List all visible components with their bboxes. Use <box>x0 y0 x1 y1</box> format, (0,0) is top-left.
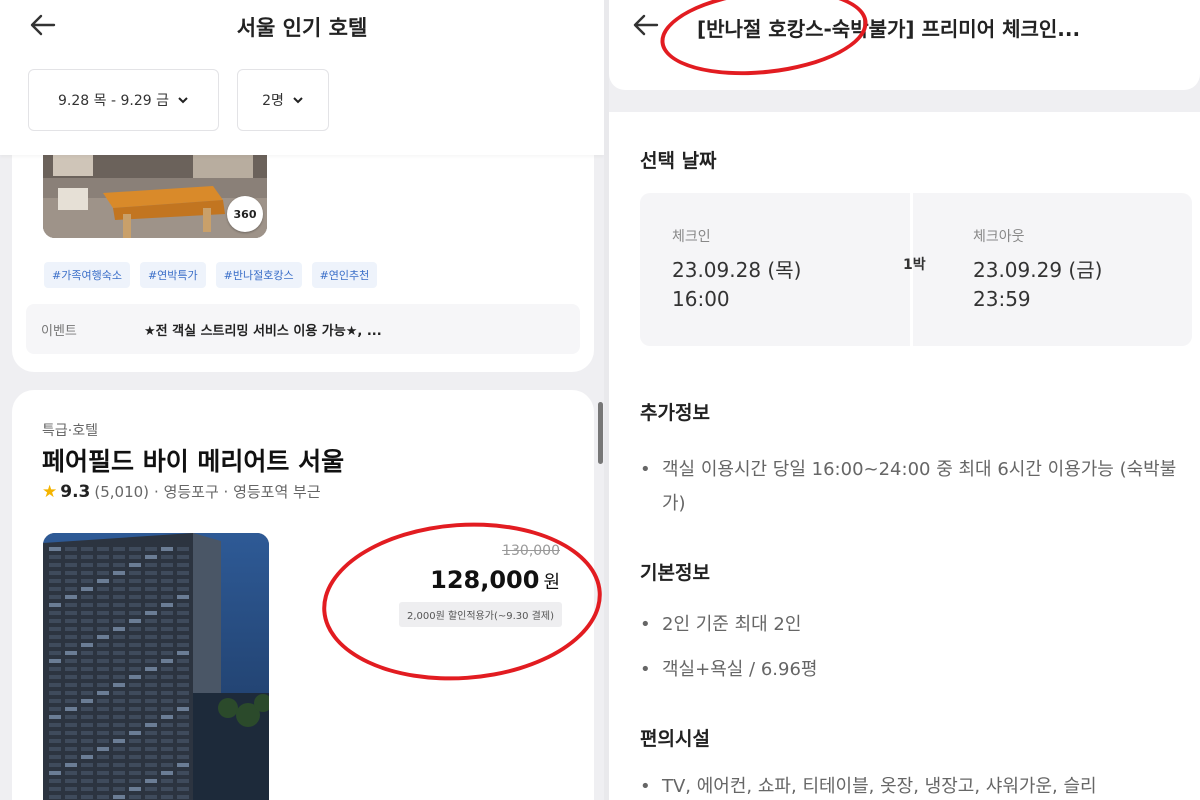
chevron-down-icon <box>178 97 188 104</box>
checkin-label: 체크인 <box>672 229 711 245</box>
hotel-thumbnail[interactable]: 360 <box>43 148 267 238</box>
date-filter-label: 9.28 목 - 9.29 금 <box>58 93 169 109</box>
guest-filter-label: 2명 <box>262 93 284 109</box>
hotel-photo[interactable] <box>43 533 269 800</box>
hotel-list-screen: 360 #가족여행숙소 #연박특가 #반나절호캉스 #연인추천 이벤트 ★전 객… <box>0 0 604 800</box>
tag[interactable]: #반나절호캉스 <box>215 262 302 288</box>
room-detail-screen: [반나절 호캉스-숙박불가] 프리미어 체크인... 선택 날짜 체크인 23.… <box>609 0 1200 800</box>
hotel-grade: 특급·호텔 <box>42 423 98 439</box>
additional-info-title: 추가정보 <box>640 402 710 424</box>
tag[interactable]: #연인추천 <box>311 262 378 288</box>
list-item: • 객실 이용시간 당일 16:00~24:00 중 최대 6시간 이용가능 (… <box>640 453 1185 521</box>
checkout-date: 23.09.29 (금) <box>973 258 1103 282</box>
tag-list: #가족여행숙소 #연박특가 #반나절호캉스 #연인추천 <box>44 262 378 288</box>
basic-info-text: 2인 기준 최대 2인 <box>662 614 802 635</box>
date-filter-button[interactable]: 9.28 목 - 9.29 금 <box>28 69 219 131</box>
checkin-time: 16:00 <box>672 287 730 311</box>
tag[interactable]: #연박특가 <box>139 262 206 288</box>
event-text: ★전 객실 스트리밍 서비스 이용 가능★, ... <box>144 323 382 339</box>
hotel-location: · 영등포구 · 영등포역 부근 <box>154 483 321 501</box>
checkout-block: 체크아웃 23.09.29 (금) 23:59 <box>973 226 1102 314</box>
nights-count: 1박 <box>903 257 926 273</box>
basic-info-text: 객실+욕실 / 6.96평 <box>662 659 818 680</box>
hotel-name[interactable]: 페어필드 바이 메리어트 서울 <box>42 442 344 478</box>
building-image <box>43 533 269 800</box>
event-row[interactable]: 이벤트 ★전 객실 스트리밍 서비스 이용 가능★, ... <box>26 304 580 354</box>
page-title: 서울 인기 호텔 <box>236 16 368 40</box>
list-item: • 객실+욕실 / 6.96평 <box>640 653 817 687</box>
additional-info-text: 객실 이용시간 당일 16:00~24:00 중 최대 6시간 이용가능 (숙박… <box>662 459 1177 514</box>
guest-filter-button[interactable]: 2명 <box>237 69 329 131</box>
checkin-date: 23.09.28 (목) <box>672 258 802 282</box>
rating-row: ★ 9.3 (5,010) · 영등포구 · 영등포역 부근 <box>42 481 321 502</box>
star-icon: ★ <box>42 481 58 502</box>
chevron-down-icon <box>293 97 303 104</box>
event-label: 이벤트 <box>41 323 77 339</box>
tag[interactable]: #가족여행숙소 <box>44 262 130 288</box>
scrollbar[interactable] <box>598 402 603 464</box>
amenities-text: TV, 에어컨, 쇼파, 티테이블, 옷장, 냉장고, 샤워가운, 슬리 <box>662 776 1097 797</box>
rating-score: 9.3 <box>60 481 91 502</box>
basic-info-title: 기본정보 <box>640 562 710 584</box>
list-item: • TV, 에어컨, 쇼파, 티테이블, 옷장, 냉장고, 샤워가운, 슬리 <box>640 770 1097 800</box>
review-count: (5,010) <box>94 482 150 501</box>
360-view-badge[interactable]: 360 <box>227 196 263 232</box>
amenities-title: 편의시설 <box>640 728 710 750</box>
checkin-block: 체크인 23.09.28 (목) 16:00 <box>672 226 801 314</box>
top-bar: 서울 인기 호텔 9.28 목 - 9.29 금 2명 <box>0 0 604 155</box>
checkout-time: 23:59 <box>973 287 1031 311</box>
selected-date-title: 선택 날짜 <box>640 150 717 172</box>
checkout-label: 체크아웃 <box>973 229 1025 245</box>
date-summary-box[interactable]: 체크인 23.09.28 (목) 16:00 1박 체크아웃 23.09.29 … <box>640 193 1192 346</box>
list-item: • 2인 기준 최대 2인 <box>640 608 801 642</box>
back-arrow-icon[interactable] <box>631 10 661 40</box>
